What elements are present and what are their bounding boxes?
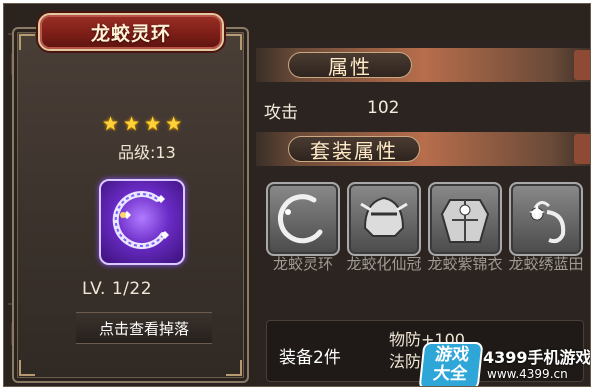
watermark-logo: 游戏 大全 [420,344,482,386]
star-rating: ★ ★ ★ ★ [102,115,182,134]
corner-ornament [226,360,242,376]
set-piece-name: 龙蛟紫锦衣 [427,255,503,273]
set-piece-name: 龙蛟化仙冠 [346,255,422,273]
stat-value: 102 [367,98,400,118]
corner-ornament [19,34,35,50]
set-piece-ring[interactable] [266,182,340,256]
watermark-logo-line: 游戏 [434,345,471,365]
view-drop-button[interactable]: 点击查看掉落 [76,312,212,344]
star-icon: ★ [123,113,141,135]
talisman-icon [529,201,566,244]
armor-icon [440,199,490,243]
scroll-indicator[interactable] [574,134,590,164]
item-title-plate: 龙蛟灵环 [38,13,224,51]
set-bonus-label: 装备2件 [279,348,341,368]
set-piece-name: 龙蛟绣蓝田 [508,255,584,273]
star-icon: ★ [144,113,162,135]
game-window: ★ ★ ★ ★ 品级:13 LV. 1/22 点击查看掉落 龙蛟灵环 属性 攻击… [3,3,591,387]
grade-label: 品级: [118,143,156,162]
watermark-title: 4399手机游戏 [483,348,591,367]
attributes-header-bar: 属性 [256,48,590,82]
corner-ornament [19,360,35,376]
grade-value: 13 [155,143,176,162]
set-bonus-stat: 法防 [389,352,422,371]
item-detail-card: ★ ★ ★ ★ 品级:13 LV. 1/22 点击查看掉落 [12,27,249,383]
set-piece-name: 龙蛟灵环 [272,255,333,273]
stat-name: 攻击 [264,103,298,123]
attributes-header: 属性 [288,52,412,79]
watermark: 游戏 大全 4399手机游戏 www.4399.cn [420,340,591,386]
item-title: 龙蛟灵环 [90,22,171,45]
helmet-icon [360,196,408,237]
item-grade: 品级:13 [118,139,176,163]
scroll-indicator[interactable] [574,50,590,80]
ring-icon [277,194,323,244]
set-piece-helmet[interactable] [347,182,421,256]
item-icon-box[interactable] [99,179,185,265]
watermark-url: www.4399.cn [487,367,568,381]
set-piece-talisman[interactable] [509,182,583,256]
corner-ornament [226,34,242,50]
attributes-panel: 属性 攻击 102 套装属性 龙蛟灵环 龙蛟化仙冠 龙蛟紫锦衣 龙蛟绣蓝田 装备… [256,42,590,386]
item-level: LV. 1/22 [82,279,153,299]
set-piece-armor[interactable] [428,182,502,256]
star-icon: ★ [165,113,183,135]
star-icon: ★ [102,113,120,135]
ring-icon [112,191,169,250]
set-attributes-header-bar: 套装属性 [256,132,590,166]
watermark-logo-line: 大全 [432,364,469,384]
set-attributes-header: 套装属性 [288,136,420,163]
